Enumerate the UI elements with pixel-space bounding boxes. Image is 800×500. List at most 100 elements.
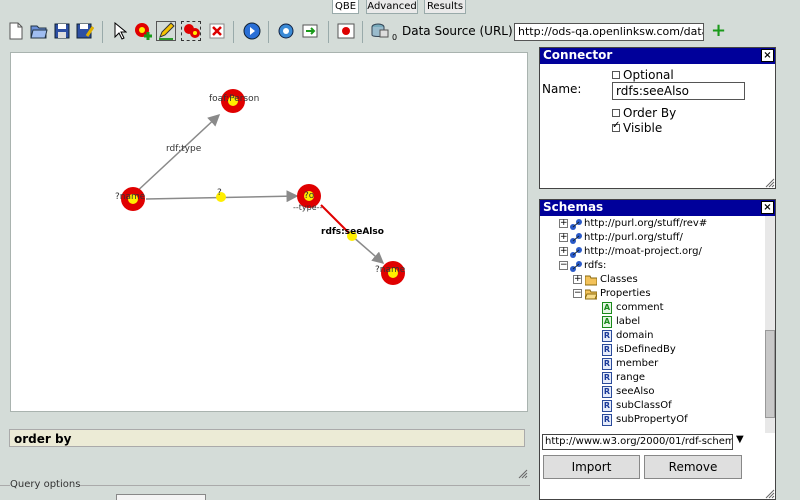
connector-title: Connector <box>543 48 613 62</box>
visible-label: Visible <box>623 121 663 135</box>
resize-grip-icon[interactable] <box>765 178 775 188</box>
tree-item-property[interactable]: R range <box>540 371 765 385</box>
tree-item-namespace[interactable]: + http://purl.org/stuff/rev# <box>540 217 765 231</box>
close-icon[interactable]: × <box>761 201 774 214</box>
connector-name-input[interactable]: rdfs:seeAlso <box>612 82 745 100</box>
tree-item-property[interactable]: R seeAlso <box>540 385 765 399</box>
namespace-icon <box>570 247 582 258</box>
tab-results[interactable]: Results <box>424 0 466 14</box>
tree-item-property[interactable]: R isDefinedBy <box>540 343 765 357</box>
tree-label: range <box>616 372 646 383</box>
expand-icon[interactable]: + <box>573 275 582 284</box>
import-button[interactable]: Import <box>543 455 640 479</box>
tree-scrollbar-thumb[interactable] <box>765 330 775 418</box>
edge-rdf-type[interactable] <box>132 113 221 196</box>
edge-seealso-tail <box>351 235 385 264</box>
export-icon[interactable] <box>300 21 320 41</box>
delete-icon[interactable] <box>207 21 227 41</box>
relation-icon: R <box>602 344 612 356</box>
relation-icon: R <box>602 372 612 384</box>
add-node-icon[interactable] <box>133 21 153 41</box>
delete-group-icon[interactable] <box>181 21 201 41</box>
tree-item-folder[interactable]: − Properties <box>540 287 765 301</box>
schema-url-select[interactable]: http://www.w3.org/2000/01/rdf-schema# <box>542 434 733 450</box>
remove-button[interactable]: Remove <box>644 455 742 479</box>
connector-panel: Connector × Name: Optional rdfs:seeAlso … <box>539 47 776 189</box>
save-icon[interactable] <box>52 21 72 41</box>
tree-item-property[interactable]: R member <box>540 357 765 371</box>
resize-grip-icon[interactable] <box>765 489 775 499</box>
schemas-panel: Schemas × + http://purl.org/stuff/rev# +… <box>539 199 776 500</box>
order-by-bar[interactable]: order by <box>9 429 525 447</box>
settings-icon[interactable] <box>276 21 296 41</box>
relation-icon: R <box>602 386 612 398</box>
order-by-checkbox[interactable]: Order By <box>612 106 676 120</box>
name-label: Name: <box>542 82 582 96</box>
relation-icon: R <box>602 358 612 370</box>
dropdown-arrow-icon[interactable]: ▼ <box>736 434 744 445</box>
expand-icon[interactable]: + <box>559 219 568 228</box>
query-options-field[interactable] <box>116 494 206 500</box>
query-graph: rdf:type ? rdfs:seeAlso foaf:Person ?nam… <box>115 89 406 285</box>
toolbar: 0 Data Source (URL): http://ods-qa.openl… <box>0 17 800 45</box>
optional-checkbox[interactable]: Optional <box>612 68 674 82</box>
tree-label: subPropertyOf <box>616 414 688 425</box>
edge-label-selected: rdfs:seeAlso <box>321 227 384 237</box>
edge-label: rdf:type <box>166 144 202 154</box>
checkbox-box[interactable] <box>612 71 620 79</box>
expand-icon[interactable]: + <box>559 233 568 242</box>
attribute-icon: A <box>602 302 612 314</box>
visible-checkbox[interactable]: ✓ Visible <box>612 121 662 135</box>
namespace-icon <box>570 233 582 244</box>
tree-item-namespace[interactable]: + http://purl.org/stuff/ <box>540 231 765 245</box>
query-graph-canvas[interactable]: rdf:type ? rdfs:seeAlso foaf:Person ?nam… <box>10 52 528 412</box>
close-icon[interactable]: × <box>761 49 774 62</box>
add-datasource-icon[interactable]: + <box>711 21 726 41</box>
node-label: ?name <box>115 192 146 202</box>
relation-icon: R <box>602 414 612 426</box>
tree-label: comment <box>616 302 664 313</box>
open-folder-icon <box>585 289 597 300</box>
tree-item-folder[interactable]: + Classes <box>540 273 765 287</box>
tree-label: Properties <box>600 288 651 299</box>
tree-item-property[interactable]: A label <box>540 315 765 329</box>
tab-advanced[interactable]: Advanced <box>366 0 418 14</box>
attribute-icon: A <box>602 316 612 328</box>
tree-label: label <box>616 316 641 327</box>
collapse-icon[interactable]: − <box>559 261 568 270</box>
schemas-title-bar: Schemas × <box>540 200 775 216</box>
checkbox-box[interactable] <box>612 109 620 117</box>
execute-icon[interactable] <box>336 21 356 41</box>
open-icon[interactable] <box>29 21 49 41</box>
connector-title-bar: Connector × <box>540 48 775 64</box>
edge-label: ? <box>217 188 222 198</box>
tree-item-property[interactable]: R subPropertyOf <box>540 413 765 427</box>
tree-item-property[interactable]: R subClassOf <box>540 399 765 413</box>
tree-label: http://moat-project.org/ <box>584 246 702 257</box>
tree-label: Classes <box>600 274 638 285</box>
tab-qbe[interactable]: QBE <box>332 0 359 14</box>
checkbox-box-checked[interactable]: ✓ <box>612 120 621 132</box>
new-icon[interactable] <box>6 21 26 41</box>
save-as-icon[interactable] <box>75 21 95 41</box>
tree-label: member <box>616 358 659 369</box>
tree-label: seeAlso <box>616 386 655 397</box>
edit-icon[interactable] <box>156 21 176 41</box>
datasource-url-input[interactable]: http://ods-qa.openlinksw.com/dataspace <box>514 23 704 41</box>
expand-icon[interactable]: + <box>559 247 568 256</box>
tree-item-property[interactable]: R domain <box>540 329 765 343</box>
tree-item-property[interactable]: A comment <box>540 301 765 315</box>
run-icon[interactable] <box>242 21 262 41</box>
tree-item-namespace[interactable]: − rdfs: <box>540 259 765 273</box>
folder-icon <box>585 275 597 286</box>
relation-icon: R <box>602 330 612 342</box>
datasource-label: Data Source (URL): <box>402 24 517 38</box>
resize-grip-icon[interactable] <box>518 469 528 479</box>
pointer-icon[interactable] <box>110 21 130 41</box>
collapse-icon[interactable]: − <box>573 289 582 298</box>
tree-item-namespace[interactable]: + http://moat-project.org/ <box>540 245 765 259</box>
tree-label: domain <box>616 330 654 341</box>
datasource-icon[interactable] <box>370 21 390 41</box>
check-mark-icon: ✓ <box>612 120 621 131</box>
tree-label: http://purl.org/stuff/ <box>584 232 683 243</box>
